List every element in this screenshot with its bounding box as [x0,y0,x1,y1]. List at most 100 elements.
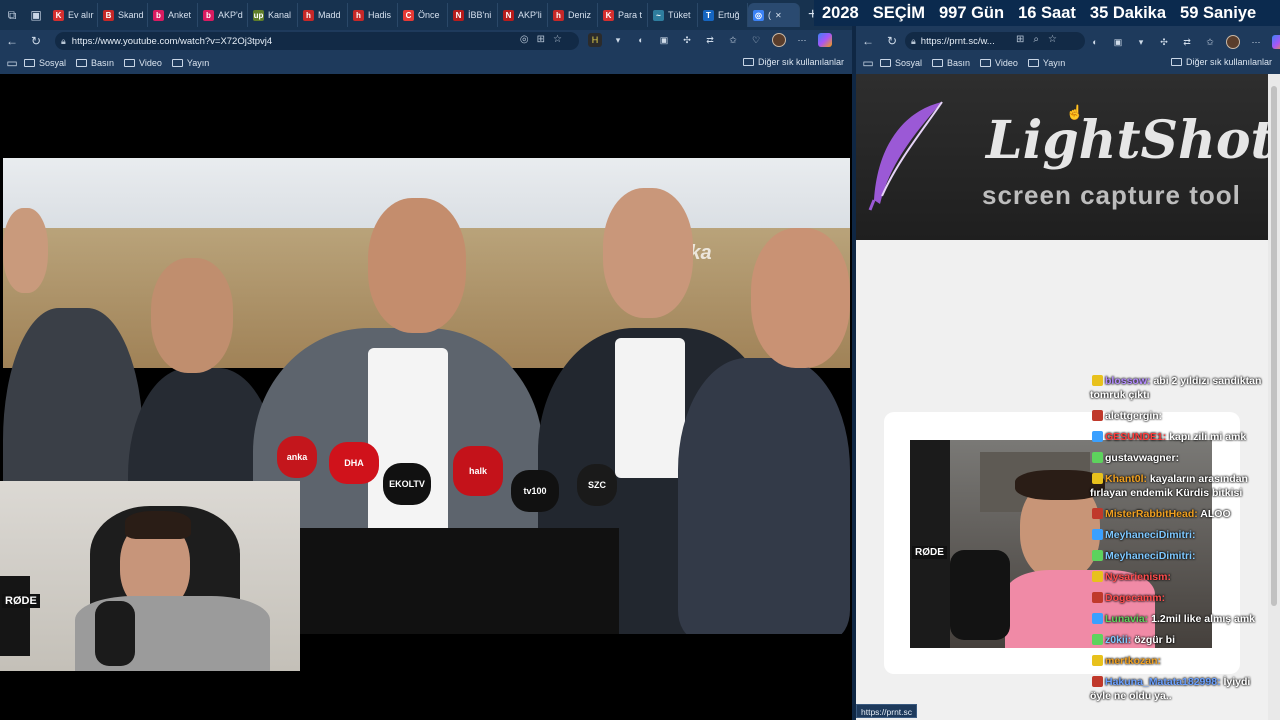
extension-icon[interactable]: ▣ [657,33,671,47]
profile-avatar[interactable] [1226,35,1240,49]
refresh-icon[interactable]: ↻ [24,30,48,52]
chat-username[interactable]: gustavwagner: [1105,452,1179,464]
app-available-icon[interactable]: ⊞ [1016,34,1024,45]
chat-badge-icon [1092,375,1103,386]
tab-strip: ⧉ ▣ K Ev alır B Skand b Anket b AKP'd up Kanal h Ma… [0,0,852,30]
address-field[interactable]: 🔒︎ https://prnt.sc/w... [905,32,1085,50]
lightshot-header[interactable]: LightShot screen capture tool ☝ [856,74,1268,240]
favorites-icon[interactable]: ✩ [1203,35,1217,49]
browser-tab[interactable]: h Madd [298,3,348,27]
workspaces-icon[interactable]: ⧉ [0,0,24,30]
chat-username[interactable]: Lunavia: [1105,613,1148,625]
extension-icon[interactable]: ◐ [1088,35,1102,49]
chat-badge-icon [1092,508,1103,519]
read-aloud-icon[interactable]: ◎ [520,34,529,45]
browser-tab[interactable]: B Skand [98,3,148,27]
browser-tab[interactable]: h Hadis [348,3,398,27]
browser-tab[interactable]: ◎ (✕ [748,3,800,27]
extension-icon[interactable]: ◐ [634,33,648,47]
address-field[interactable]: 🔒︎ https://www.youtube.com/watch?v=X72Oj… [55,32,579,50]
profile-avatar[interactable] [772,33,786,47]
page-scrollbar[interactable] [1268,74,1280,720]
split-screen-icon[interactable]: ⇄ [703,33,717,47]
folder-icon [1170,58,1182,66]
browser-tab[interactable]: b AKP'd [198,3,248,27]
chat-username[interactable]: Khant0l: [1105,473,1147,485]
copilot-icon[interactable] [818,33,832,47]
chat-username[interactable]: MeyhaneciDimitri: [1105,529,1195,541]
bookmarks-menu-icon[interactable]: ▭ [0,52,24,74]
more-menu-icon[interactable]: ⋯ [795,33,809,47]
favorite-star-icon[interactable]: ☆ [553,34,562,45]
chat-username[interactable]: blossow: [1105,375,1151,387]
browser-tab[interactable]: N AKP'li [498,3,548,27]
folder-icon [76,59,88,67]
close-tab-icon[interactable]: ✕ [775,11,782,20]
chat-username[interactable]: Nysarienism: [1105,571,1171,583]
tab-label: Hadis [368,10,392,20]
bookmark-folder-sosyal[interactable]: Sosyal [24,58,66,68]
countdown-label: SEÇİM [872,3,925,22]
other-favorites[interactable]: Diğer sık kullanılanlar [1170,57,1272,67]
feather-logo-icon [868,101,943,211]
chat-message: z0kii: özgür bi [1090,633,1268,647]
extensions-puzzle-icon[interactable]: ✣ [1157,35,1171,49]
browser-tab[interactable]: h Deniz [548,3,598,27]
favorite-star-icon[interactable]: ☆ [1048,34,1057,45]
browser-tab[interactable]: C Önce [398,3,448,27]
browser-tab[interactable]: T Ertuğ [698,3,748,27]
chat-badge-icon [1092,431,1103,442]
zoom-icon[interactable]: ⌕ [1033,34,1039,45]
extension-icon[interactable]: ▾ [611,33,625,47]
app-available-icon[interactable]: ⊞ [537,34,545,45]
browser-tab[interactable]: K Para t [598,3,648,27]
chat-username[interactable]: z0kii: [1105,634,1131,646]
folder-icon [880,59,891,67]
copilot-icon[interactable] [1272,35,1280,49]
browser-tab[interactable]: b Anket [148,3,198,27]
browser-tab[interactable]: N İBB'ni [448,3,498,27]
browser-tab[interactable]: K Ev alır [48,3,98,27]
favorites-icon[interactable]: ✩ [726,33,740,47]
back-icon[interactable]: ← [0,30,24,52]
dark-wall [910,440,950,648]
chat-badge-icon [1092,592,1103,603]
chat-username[interactable]: Hakuna_Matata182998: [1105,676,1221,688]
tab-label: Ev alır [68,10,94,20]
mic-brand-label: RØDE [2,594,40,608]
chat-username[interactable]: MeyhaneciDimitri: [1105,550,1195,562]
bookmark-folder-video[interactable]: Video [124,58,162,68]
scrollbar-thumb[interactable] [1271,86,1277,606]
bookmark-folder-basin[interactable]: Basın [932,58,970,68]
chat-badge-icon [1092,676,1103,687]
person-head [603,188,693,318]
bookmark-folder-yayin[interactable]: Yayın [1027,58,1065,68]
bookmarks-menu-icon[interactable]: ▭ [856,52,880,74]
chat-username[interactable]: Dogecamm: [1105,592,1165,604]
bookmark-folder-basin[interactable]: Basın [76,58,114,68]
chat-username[interactable]: mertkozan: [1105,655,1161,667]
browser-tab[interactable]: up Kanal [248,3,298,27]
chat-username[interactable]: GESUNDE1: [1105,431,1166,443]
extensions-puzzle-icon[interactable]: ✣ [680,33,694,47]
chat-username[interactable]: MisterRabbitHead: [1105,508,1198,520]
refresh-icon[interactable]: ↻ [880,30,904,52]
lock-icon: 🔒︎ [911,35,916,46]
folder-icon [171,59,183,67]
extension-icon[interactable]: ▾ [1134,35,1148,49]
extensions-bar: ◐ ▣ ▾ ✣ ⇄ ✩ ⋯ [1088,35,1280,49]
bookmark-folder-yayin[interactable]: Yayın [171,58,209,68]
browser-essentials-icon[interactable]: ♡ [749,33,763,47]
extension-icon[interactable]: ▣ [1111,35,1125,49]
split-screen-icon[interactable]: ⇄ [1180,35,1194,49]
tab-favicon-icon: B [103,9,114,21]
other-favorites[interactable]: Diğer sık kullanılanlar [742,57,844,67]
chat-username[interactable]: alettgergin: [1105,410,1162,422]
extension-icon[interactable]: H [588,33,602,47]
more-menu-icon[interactable]: ⋯ [1249,35,1263,49]
browser-tab[interactable]: ~ Tüket [648,3,698,27]
bookmark-folder-video[interactable]: Video [980,58,1018,68]
tab-actions-icon[interactable]: ▣ [24,0,48,30]
bookmark-folder-sosyal[interactable]: Sosyal [880,58,922,68]
back-icon[interactable]: ← [856,30,880,52]
